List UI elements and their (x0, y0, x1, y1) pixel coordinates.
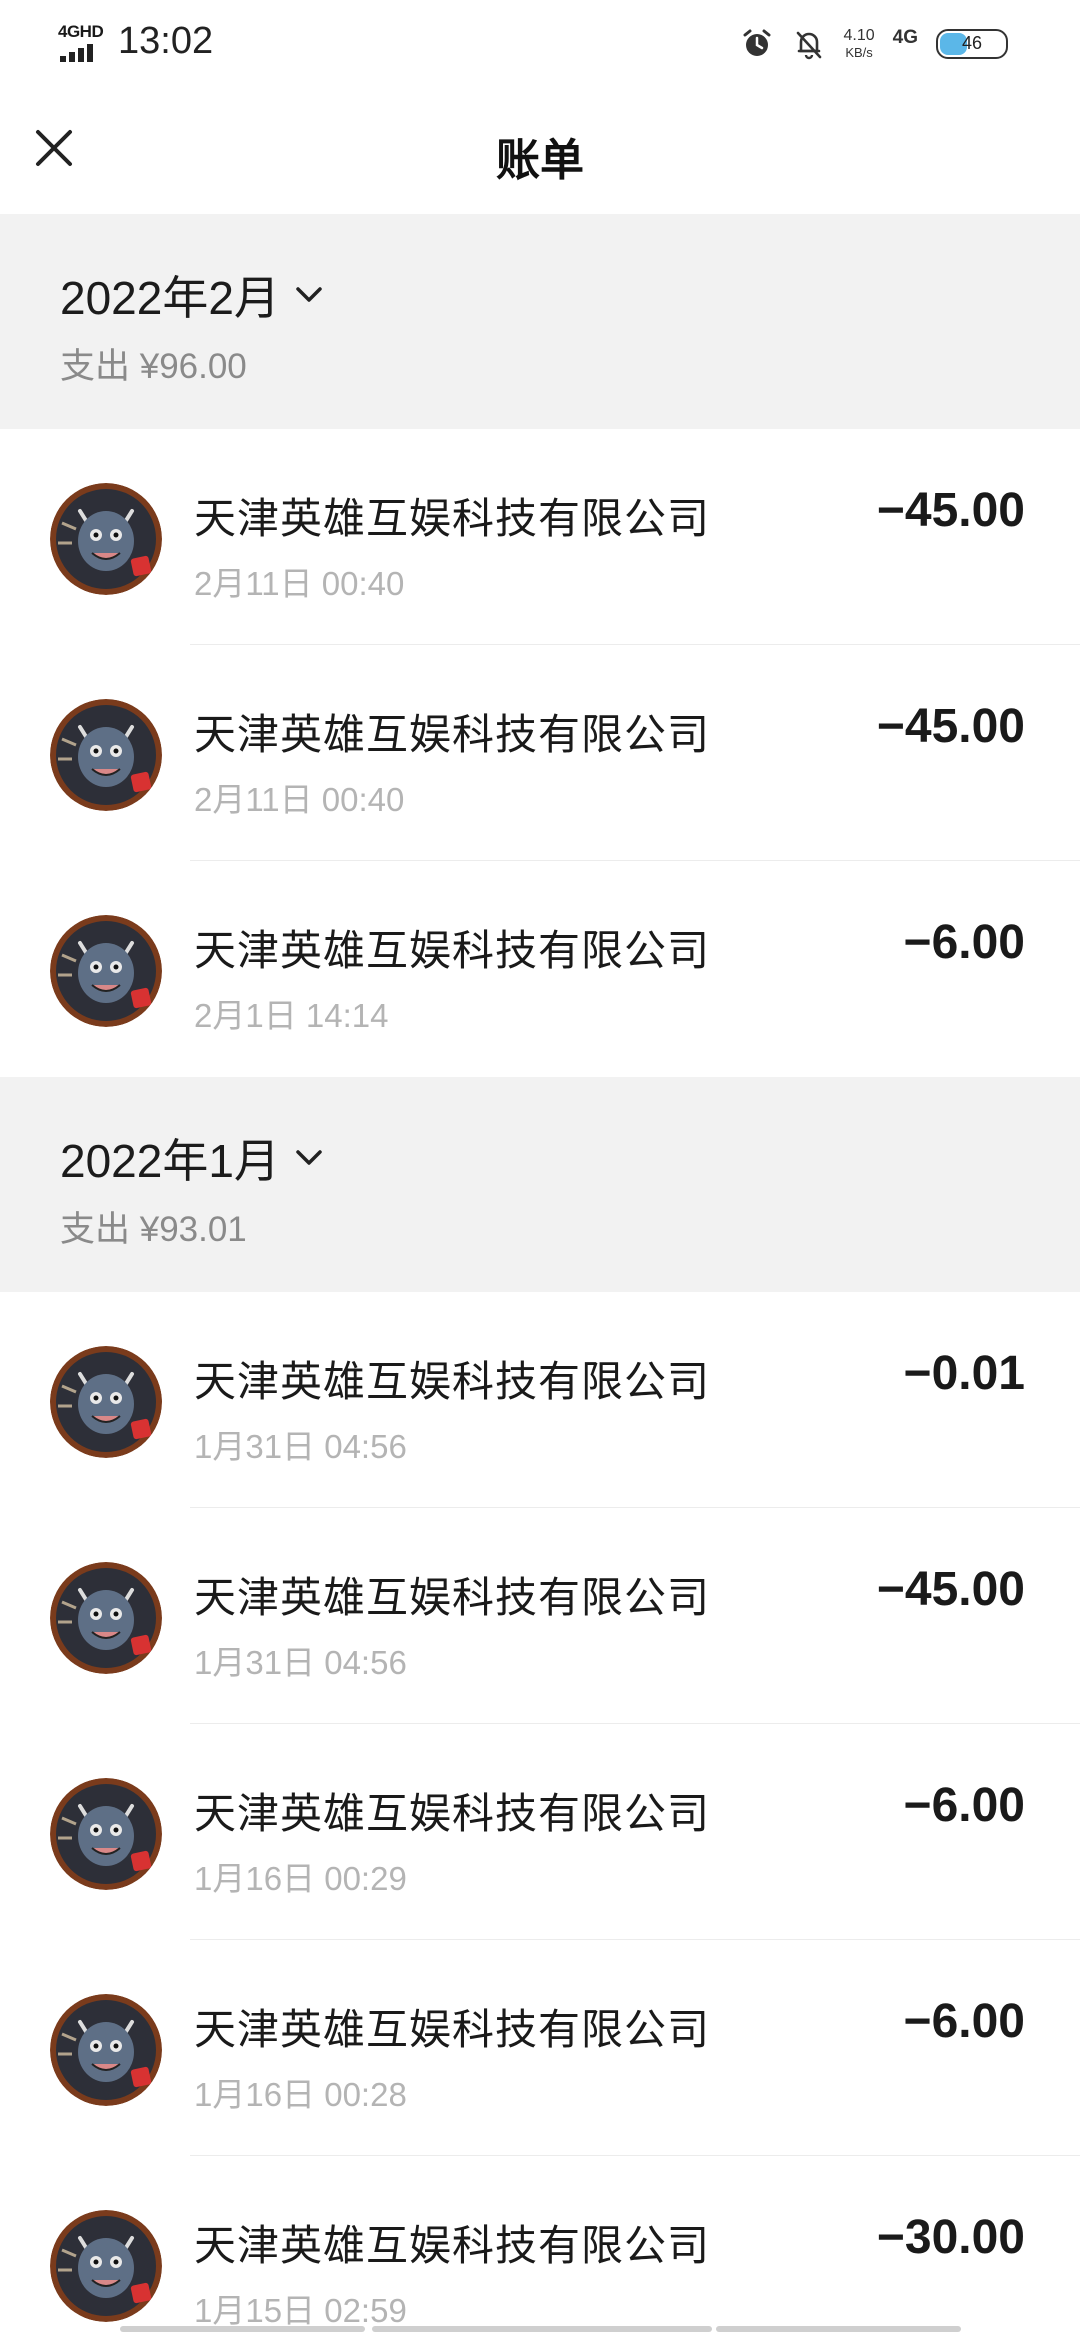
transaction-amount: −6.00 (903, 1995, 1025, 2048)
transaction-time: 2月1日 14:14 (194, 997, 389, 1034)
transaction-row[interactable]: 天津英雄互娱科技有限公司 1月16日 00:28 −6.00 (0, 1940, 1080, 2156)
network-speed: 4.10 KB/s (843, 27, 875, 60)
merchant-name: 天津英雄互娱科技有限公司 (194, 1790, 711, 1837)
transaction-time: 2月11日 00:40 (194, 565, 405, 602)
merchant-name: 天津英雄互娱科技有限公司 (194, 1574, 711, 1621)
transaction-amount: −6.00 (903, 916, 1025, 969)
status-time: 13:02 (118, 20, 214, 62)
transaction-amount: −6.00 (903, 1779, 1025, 1832)
chevron-down-icon (296, 1150, 322, 1165)
page-title: 账单 (496, 136, 584, 185)
month-header: 2022年1月 支出 ¥93.01 (0, 1077, 1080, 1292)
chevron-down-icon (296, 287, 322, 302)
bell-off-icon (796, 31, 821, 60)
nav-bar: 账单 (0, 84, 1080, 214)
month-selector[interactable]: 2022年2月 (60, 262, 324, 328)
network-label: 4GHD (58, 22, 104, 41)
mobile-data-label: 4G (892, 27, 918, 48)
merchant-name: 天津英雄互娱科技有限公司 (194, 927, 711, 974)
transaction-time: 1月16日 00:29 (194, 1860, 407, 1897)
merchant-avatar (50, 483, 162, 595)
transaction-amount: −45.00 (876, 1563, 1025, 1616)
month-title: 2022年1月 (60, 1135, 280, 1187)
month-expense-summary: 支出 ¥96.00 (60, 347, 247, 386)
transaction-row[interactable]: 天津英雄互娱科技有限公司 1月31日 04:56 −0.01 (0, 1292, 1080, 1508)
transaction-row[interactable]: 天津英雄互娱科技有限公司 1月16日 00:29 −6.00 (0, 1724, 1080, 1940)
transaction-amount: −45.00 (876, 484, 1025, 537)
battery-icon: 46 (936, 29, 1008, 59)
alarm-icon (743, 29, 770, 56)
merchant-avatar (50, 1994, 162, 2106)
battery-level: 46 (961, 33, 983, 53)
transaction-row[interactable]: 天津英雄互娱科技有限公司 1月15日 02:59 −30.00 (0, 2156, 1080, 2340)
transaction-amount: −0.01 (903, 1347, 1025, 1400)
merchant-avatar (50, 1778, 162, 1890)
merchant-name: 天津英雄互娱科技有限公司 (194, 1358, 711, 1405)
month-expense-summary: 支出 ¥93.01 (60, 1210, 247, 1249)
transaction-time: 1月31日 04:56 (194, 1428, 407, 1465)
merchant-name: 天津英雄互娱科技有限公司 (194, 495, 711, 542)
transaction-time: 1月31日 04:56 (194, 1644, 407, 1681)
month-title: 2022年2月 (60, 272, 280, 324)
merchant-avatar (50, 915, 162, 1027)
transaction-row[interactable]: 天津英雄互娱科技有限公司 2月1日 14:14 −6.00 (0, 861, 1080, 1077)
merchant-avatar (50, 1562, 162, 1674)
month-header: 2022年2月 支出 ¥96.00 (0, 214, 1080, 429)
gesture-bar (0, 2326, 1080, 2334)
transaction-row[interactable]: 天津英雄互娱科技有限公司 2月11日 00:40 −45.00 (0, 429, 1080, 645)
transaction-time: 2月11日 00:40 (194, 781, 405, 818)
merchant-name: 天津英雄互娱科技有限公司 (194, 2222, 711, 2269)
transaction-time: 1月15日 02:59 (194, 2292, 407, 2329)
transaction-row[interactable]: 天津英雄互娱科技有限公司 2月11日 00:40 −45.00 (0, 645, 1080, 861)
signal-icon: 4GHD (58, 22, 108, 64)
transaction-row[interactable]: 天津英雄互娱科技有限公司 1月31日 04:56 −45.00 (0, 1508, 1080, 1724)
transaction-amount: −30.00 (876, 2211, 1025, 2264)
merchant-avatar (50, 699, 162, 811)
merchant-name: 天津英雄互娱科技有限公司 (194, 2006, 711, 2053)
transaction-amount: −45.00 (876, 700, 1025, 753)
month-selector[interactable]: 2022年1月 (60, 1125, 324, 1191)
status-bar: 4GHD 13:02 4.10 KB/s 4G 46 (0, 0, 1080, 84)
merchant-name: 天津英雄互娱科技有限公司 (194, 711, 711, 758)
merchant-avatar (50, 2210, 162, 2322)
merchant-avatar (50, 1346, 162, 1458)
transaction-time: 1月16日 00:28 (194, 2076, 407, 2113)
